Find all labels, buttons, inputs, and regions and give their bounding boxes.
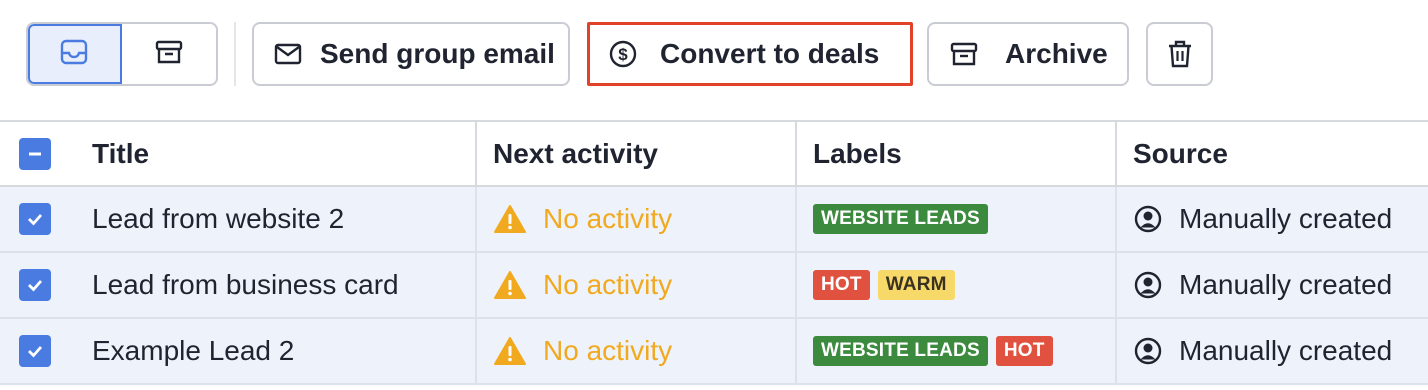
table-row[interactable]: Lead from business card No activity HOT …	[0, 253, 1428, 319]
table-row[interactable]: Lead from website 2 No activity WEBSITE …	[0, 187, 1428, 253]
archive-icon	[949, 39, 979, 69]
row-checkbox-cell	[0, 319, 70, 383]
dollar-circle-icon: $	[608, 39, 638, 69]
select-all-checkbox-cell	[0, 122, 70, 185]
header-next-activity[interactable]: Next activity	[475, 122, 795, 185]
label-badge: HOT	[995, 336, 1053, 366]
lead-title[interactable]: Lead from business card	[70, 253, 475, 317]
send-group-email-button[interactable]: Send group email	[252, 22, 570, 86]
inbox-view-button[interactable]	[28, 24, 123, 84]
label-badge: HOT	[813, 270, 870, 300]
warning-icon	[493, 270, 527, 300]
source-text: Manually created	[1179, 203, 1393, 234]
user-circle-icon	[1133, 270, 1163, 300]
source-cell: Manually created	[1115, 319, 1428, 383]
next-activity-cell: No activity	[475, 187, 795, 251]
header-labels[interactable]: Labels	[795, 122, 1115, 185]
header-source[interactable]: Source	[1115, 122, 1428, 185]
leads-table: Title Next activity Labels Source Lead f…	[0, 120, 1428, 385]
next-activity-cell: No activity	[475, 253, 795, 317]
next-activity-text: No activity	[543, 203, 673, 234]
envelope-icon	[274, 42, 302, 66]
source-text: Manually created	[1179, 335, 1393, 366]
label-badge: WEBSITE LEADS	[813, 204, 988, 234]
label-badge: WEBSITE LEADS	[813, 336, 988, 366]
row-checkbox[interactable]	[19, 203, 51, 235]
row-checkbox[interactable]	[19, 335, 51, 367]
next-activity-text: No activity	[543, 335, 673, 366]
header-title[interactable]: Title	[70, 122, 475, 185]
lead-title[interactable]: Lead from website 2	[70, 187, 475, 251]
archive-view-button[interactable]	[122, 24, 216, 84]
source-cell: Manually created	[1115, 187, 1428, 251]
row-checkbox-cell	[0, 187, 70, 251]
row-checkbox-cell	[0, 253, 70, 317]
archive-button[interactable]: Archive	[927, 22, 1129, 86]
user-circle-icon	[1133, 336, 1163, 366]
convert-to-deals-label: Convert to deals	[660, 38, 880, 69]
source-text: Manually created	[1179, 269, 1393, 300]
svg-text:$: $	[618, 45, 628, 64]
warning-icon	[493, 336, 527, 366]
source-cell: Manually created	[1115, 253, 1428, 317]
lead-title[interactable]: Example Lead 2	[70, 319, 475, 383]
row-checkbox[interactable]	[19, 269, 51, 301]
delete-button[interactable]	[1146, 22, 1213, 86]
select-all-checkbox[interactable]	[19, 137, 51, 170]
labels-cell: WEBSITE LEADS HOT	[795, 319, 1115, 383]
archive-box-icon	[154, 37, 184, 72]
next-activity-cell: No activity	[475, 319, 795, 383]
view-toggle	[26, 22, 218, 86]
labels-cell: HOT WARM	[795, 253, 1115, 317]
inbox-icon	[59, 37, 89, 72]
warning-icon	[493, 204, 527, 234]
label-badge: WARM	[877, 270, 955, 300]
next-activity-text: No activity	[543, 269, 673, 300]
bulk-actions-toolbar: Send group email $ Convert to deals Arch…	[0, 0, 1428, 120]
table-header: Title Next activity Labels Source	[0, 120, 1428, 187]
send-group-email-label: Send group email	[320, 38, 555, 69]
labels-cell: WEBSITE LEADS	[795, 187, 1115, 251]
convert-to-deals-button[interactable]: $ Convert to deals	[587, 22, 913, 86]
table-row[interactable]: Example Lead 2 No activity WEBSITE LEADS…	[0, 319, 1428, 385]
toolbar-divider	[234, 22, 236, 86]
user-circle-icon	[1133, 204, 1163, 234]
trash-icon	[1167, 39, 1193, 69]
archive-label: Archive	[1005, 38, 1108, 69]
